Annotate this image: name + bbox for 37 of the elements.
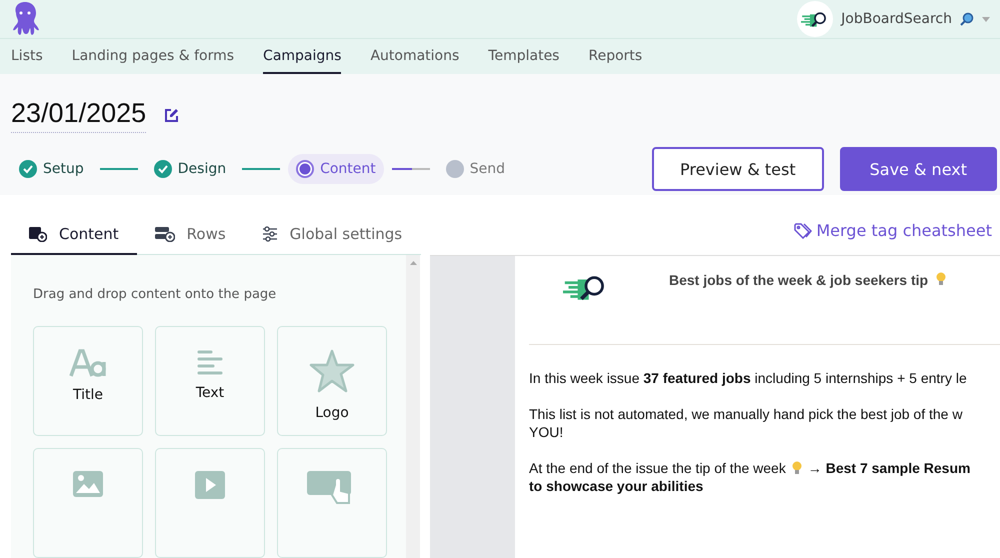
email-text: This list is not automated, we manually hand pick the best job of the w [529,405,962,423]
progress-step[interactable]: Content [288,154,384,184]
step-label: Content [320,161,376,178]
email-heading: Best jobs of the week & job seekers tip [669,272,928,288]
nav-tab[interactable]: Landing pages & forms [72,39,234,74]
step-label: Design [178,161,226,178]
nav-tab[interactable]: Templates [488,39,560,74]
content-block-tile[interactable]: Logo [277,326,387,436]
step-label: Setup [43,161,84,178]
block-label: Text [196,385,224,401]
step-label: Send [470,161,506,178]
campaign-title: 23/01/2025 [11,98,146,134]
account-name[interactable]: JobBoardSearch [841,11,952,27]
tab-label: Rows [186,225,226,243]
progress-step[interactable]: Send [438,154,514,184]
nav-tab[interactable]: Lists [11,39,43,74]
content-block-tile[interactable]: Title [33,326,143,436]
nav-tab[interactable]: Automations [370,39,460,74]
preview-button[interactable]: Preview & test [652,147,824,192]
progress-step[interactable]: Setup [11,154,92,184]
save-next-button[interactable]: Save & next [840,147,997,192]
content-block-tile[interactable]: Text [155,326,265,436]
block-label: Title [72,387,103,403]
email-text: At the end of the issue the tip of the week [529,459,786,477]
nav-tab[interactable]: Reports [588,39,642,74]
email-text: In this week issue 37 featured jobs including 5 internships + 5 entry le [529,369,967,387]
editor-tab[interactable]: Rows [136,215,244,255]
email-text: YOU! [529,423,564,441]
editor-tab[interactable]: Global settings [244,215,420,255]
block-label: Logo [315,405,349,421]
email-text: → Best 7 sample Resum [808,459,970,477]
nav-tab[interactable]: Campaigns [263,39,342,74]
tab-label: Global settings [290,225,402,243]
progress-step[interactable]: Design [146,154,234,184]
tab-label: Content [59,225,119,243]
drag-hint: Drag and drop content onto the page [33,287,278,302]
email-text: to showcase your abilities [529,477,704,495]
